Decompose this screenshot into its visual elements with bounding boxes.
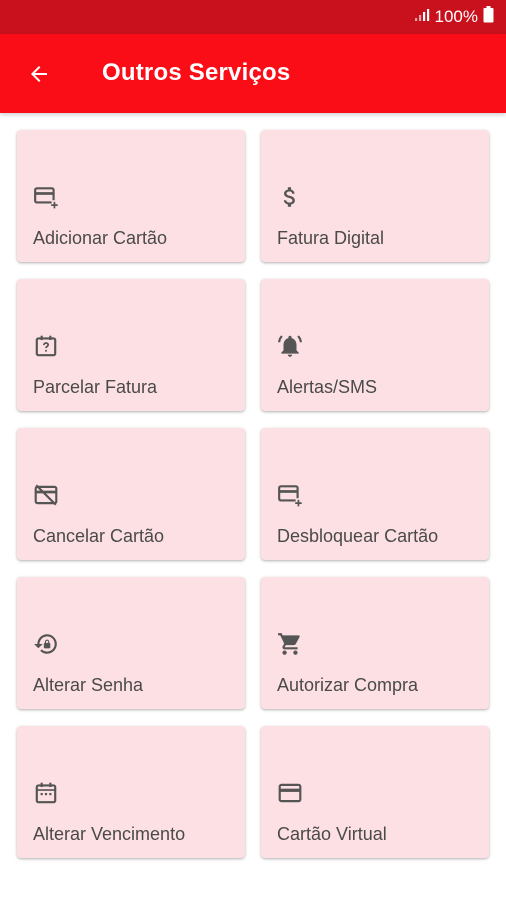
add-card-icon bbox=[33, 184, 59, 210]
service-tile-label: Cartão Virtual bbox=[277, 824, 387, 844]
service-tile-alterar-senha[interactable]: Alterar Senha bbox=[17, 577, 245, 709]
service-tile-label: Parcelar Fatura bbox=[33, 377, 158, 397]
service-tile-alertas-sms[interactable]: Alertas/SMS bbox=[261, 279, 489, 411]
signal-icon bbox=[414, 7, 430, 27]
add-card-icon bbox=[277, 482, 303, 508]
app-bar: Outros Serviços bbox=[0, 34, 506, 113]
service-tile-cancelar-cartao[interactable]: Cancelar Cartão bbox=[17, 428, 245, 560]
status-indicators: 100% bbox=[414, 6, 494, 28]
battery-icon bbox=[483, 6, 494, 28]
service-tile-fatura-digital[interactable]: Fatura Digital bbox=[261, 130, 489, 262]
service-tile-adicionar-cartao[interactable]: Adicionar Cartão bbox=[17, 130, 245, 262]
cart-icon bbox=[277, 631, 303, 657]
service-tile-autorizar-compra[interactable]: Autorizar Compra bbox=[261, 577, 489, 709]
service-tile-label: Alterar Vencimento bbox=[33, 824, 186, 844]
service-tile-parcelar-fatura[interactable]: Parcelar Fatura bbox=[17, 279, 245, 411]
service-tile-label: Adicionar Cartão bbox=[33, 228, 168, 248]
battery-percent: 100% bbox=[434, 7, 478, 26]
service-tile-label: Desbloquear Cartão bbox=[277, 526, 439, 546]
service-tile-label: Cancelar Cartão bbox=[33, 526, 165, 546]
credit-card-icon bbox=[277, 780, 303, 806]
back-button[interactable] bbox=[22, 58, 56, 90]
service-tile-label: Alterar Senha bbox=[33, 675, 144, 695]
services-grid: Adicionar Cartão Fatura Digital Parcelar F… bbox=[17, 130, 489, 858]
page-title: Outros Serviços bbox=[102, 59, 291, 86]
service-tile-desbloquear-cartao[interactable]: Desbloquear Cartão bbox=[261, 428, 489, 560]
calendar-question-icon bbox=[33, 333, 59, 359]
arrow-back-icon bbox=[31, 66, 47, 82]
status-bar: 100% bbox=[0, 0, 506, 34]
calendar-icon bbox=[33, 780, 59, 806]
service-tile-label: Fatura Digital bbox=[277, 228, 385, 248]
dollar-icon bbox=[277, 184, 303, 210]
card-off-icon bbox=[33, 482, 59, 508]
service-tile-alterar-vencimento[interactable]: Alterar Vencimento bbox=[17, 726, 245, 858]
lock-reset-icon bbox=[33, 631, 59, 657]
service-tile-label: Autorizar Compra bbox=[277, 675, 419, 695]
service-tile-cartao-virtual[interactable]: Cartão Virtual bbox=[261, 726, 489, 858]
service-tile-label: Alertas/SMS bbox=[277, 377, 378, 397]
alarm-bell-icon bbox=[277, 333, 303, 359]
